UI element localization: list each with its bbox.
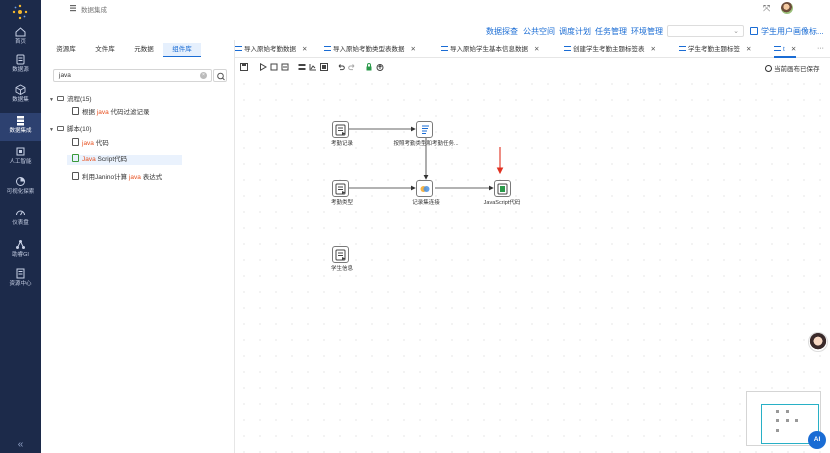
node-label: JavaScript代码 (483, 200, 521, 206)
node-sort[interactable] (416, 121, 433, 138)
input-table-icon (335, 249, 346, 261)
node-label: 考勤记录 (330, 141, 354, 147)
input-table-icon (335, 183, 346, 195)
assistant-avatar[interactable] (808, 332, 828, 352)
flow-edges (349, 126, 504, 191)
node-attendance-record[interactable] (332, 121, 349, 138)
node-attendance-type[interactable] (332, 180, 349, 197)
node-label: 考勤类型 (330, 200, 354, 206)
node-label: 记录集连接 (412, 200, 440, 206)
join-icon (420, 186, 430, 192)
node-javascript-code[interactable] (494, 180, 511, 197)
node-label: 学生信息 (330, 266, 354, 272)
sort-icon (422, 125, 429, 134)
node-student-info[interactable] (332, 246, 349, 263)
ai-assistant-button[interactable]: AI (808, 431, 826, 449)
input-table-icon (335, 124, 346, 136)
node-label: 按照考勤类型和考勤任务... (393, 141, 459, 147)
node-record-join[interactable] (416, 180, 433, 197)
script-icon (497, 183, 508, 195)
